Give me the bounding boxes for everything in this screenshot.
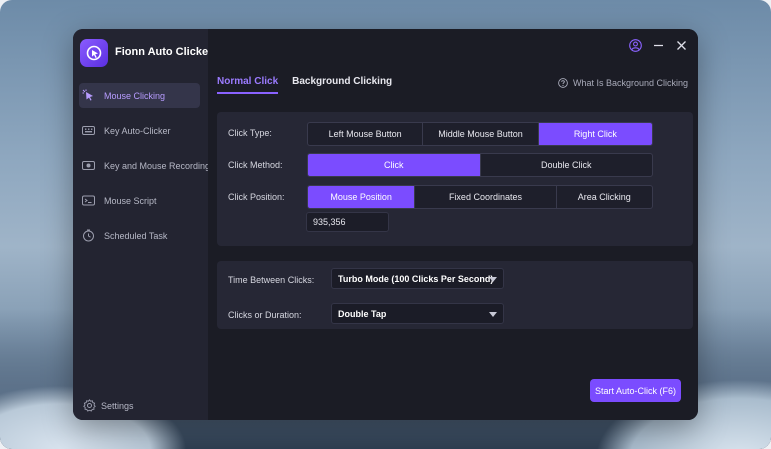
sidebar-item-label: Mouse Script (104, 195, 157, 206)
help-link-label: What Is Background Clicking (572, 78, 688, 88)
settings-label: Settings (101, 400, 134, 411)
tab-background-clicking[interactable]: Background Clicking (292, 76, 392, 94)
sidebar-item-label: Mouse Clicking (104, 90, 166, 101)
click-position-fixed-button[interactable]: Fixed Coordinates (415, 186, 557, 208)
click-position-label: Click Position: (228, 192, 285, 202)
time-between-clicks-select[interactable]: Turbo Mode (100 Clicks Per Second) (331, 268, 504, 289)
timer-icon (82, 229, 95, 242)
click-type-left-button[interactable]: Left Mouse Button (308, 123, 424, 145)
click-type-label: Click Type: (228, 128, 272, 138)
sidebar-item-key-auto-clicker[interactable]: Key Auto-Clicker (79, 118, 200, 143)
sidebar-item-mouse-clicking[interactable]: Mouse Clicking (79, 83, 200, 108)
click-type-middle-button[interactable]: Middle Mouse Button (423, 123, 539, 145)
tab-normal-click[interactable]: Normal Click (217, 76, 279, 94)
sidebar-item-label: Scheduled Task (104, 230, 168, 241)
click-method-selector: Click Double Click (307, 153, 653, 177)
sidebar-item-mouse-script[interactable]: Mouse Script (79, 188, 200, 213)
mode-tabs: Normal Click Background Clicking (217, 76, 392, 94)
cursor-click-icon (82, 89, 95, 102)
app-logo-icon (80, 39, 108, 67)
script-icon (82, 194, 95, 207)
click-type-selector: Left Mouse Button Middle Mouse Button Ri… (307, 122, 653, 146)
gear-icon (83, 399, 96, 412)
minimize-icon[interactable] (652, 39, 665, 52)
sidebar-item-label: Key Auto-Clicker (104, 125, 171, 136)
click-method-double-button[interactable]: Double Click (481, 154, 653, 176)
question-circle-icon (558, 78, 568, 88)
click-position-area-button[interactable]: Area Clicking (557, 186, 652, 208)
user-account-icon[interactable] (629, 39, 642, 52)
sidebar-item-key-mouse-recording[interactable]: Key and Mouse Recording (79, 153, 210, 178)
coordinates-field[interactable]: 935,356 (306, 212, 389, 232)
click-method-label: Click Method: (228, 160, 283, 170)
click-type-right-button[interactable]: Right Click (538, 123, 652, 145)
sidebar-item-scheduled-task[interactable]: Scheduled Task (79, 223, 200, 248)
click-method-single-button[interactable]: Click (308, 154, 481, 176)
main-panel: Normal Click Background Clicking What Is… (208, 29, 698, 420)
sidebar-item-label: Key and Mouse Recording (104, 160, 211, 171)
click-position-selector: Mouse Position Fixed Coordinates Area Cl… (307, 185, 653, 209)
app-title: Fionn Auto Clicker (115, 46, 213, 58)
close-icon[interactable] (675, 39, 688, 52)
chevron-down-icon (489, 312, 497, 317)
window-controls (629, 39, 688, 52)
keyboard-icon (82, 124, 95, 137)
help-link[interactable]: What Is Background Clicking (558, 78, 688, 88)
click-position-mouse-button[interactable]: Mouse Position (308, 186, 416, 208)
start-auto-click-button[interactable]: Start Auto-Click (F6) (590, 379, 681, 402)
clicks-duration-select[interactable]: Double Tap (331, 303, 504, 324)
record-icon (82, 159, 95, 172)
clicks-duration-value: Double Tap (338, 308, 387, 319)
sidebar: Fionn Auto Clicker Mouse Clicking Key Au… (73, 29, 212, 420)
clicks-duration-label: Clicks or Duration: (228, 310, 302, 320)
time-between-clicks-value: Turbo Mode (100 Clicks Per Second) (338, 273, 494, 284)
click-settings-panel: Click Type: Left Mouse Button Middle Mou… (217, 112, 693, 246)
timing-panel: Time Between Clicks: Turbo Mode (100 Cli… (217, 261, 693, 329)
settings-button[interactable]: Settings (83, 399, 134, 412)
chevron-down-icon (489, 277, 497, 282)
time-between-clicks-label: Time Between Clicks: (228, 275, 315, 285)
app-window: Fionn Auto Clicker Mouse Clicking Key Au… (73, 29, 698, 420)
